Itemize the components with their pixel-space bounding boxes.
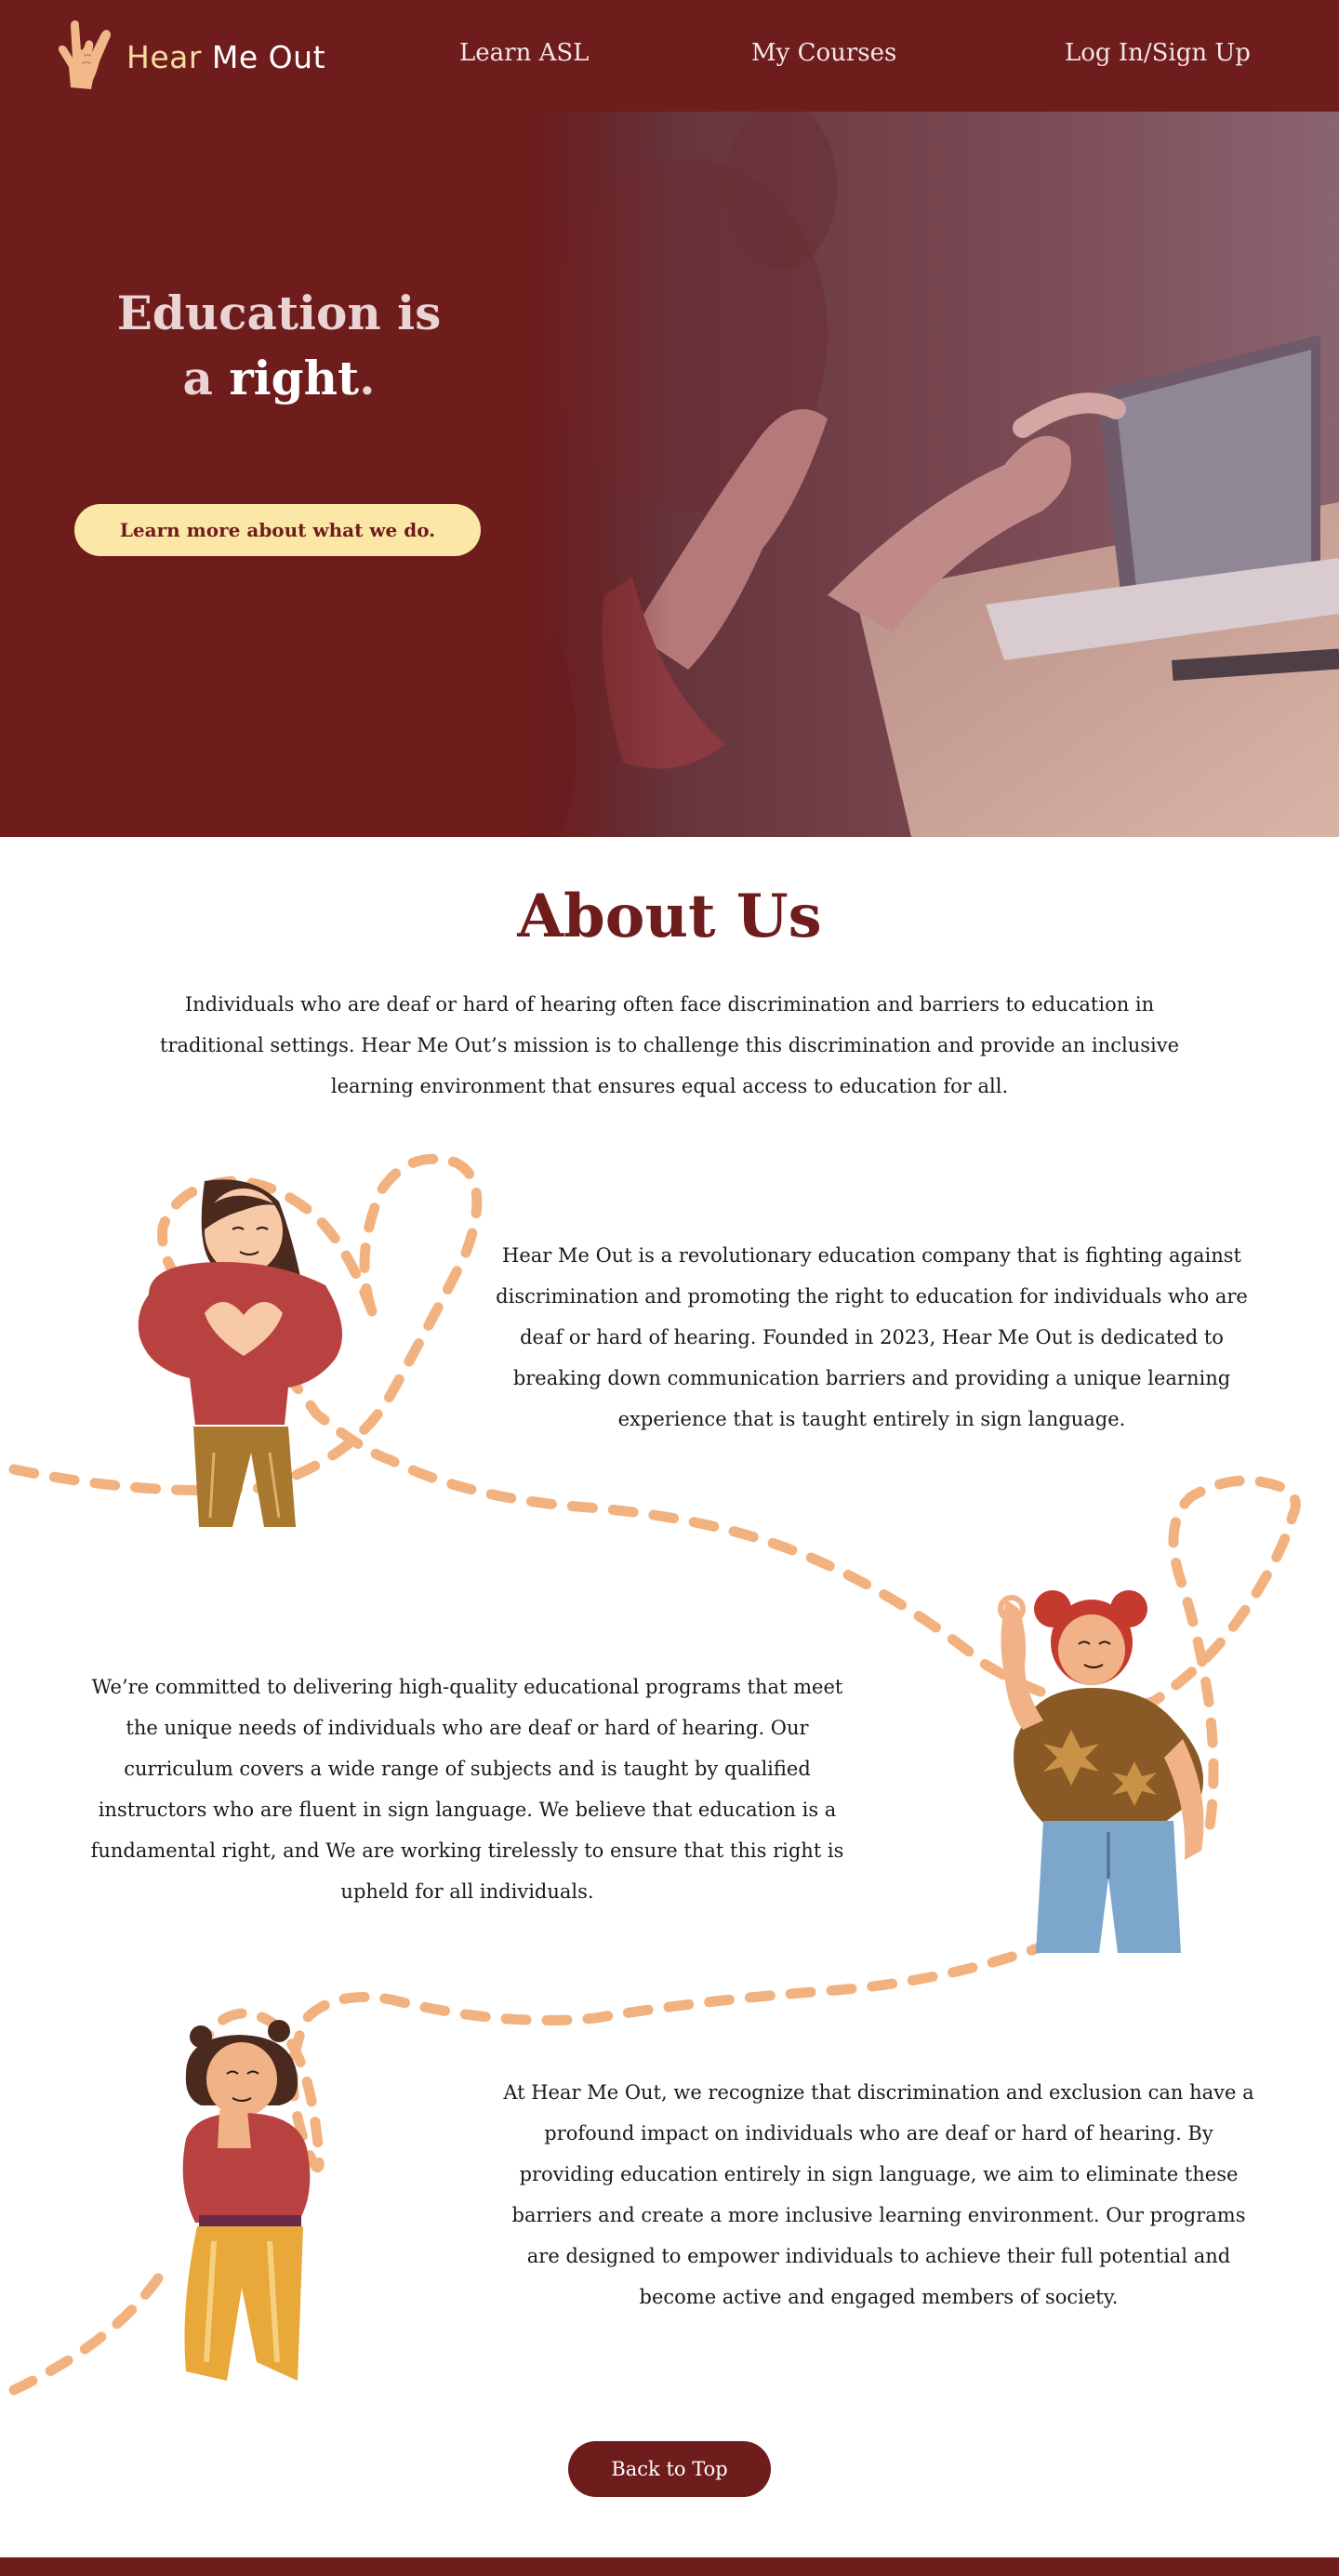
illustration-woman-hands-clasped bbox=[182, 2020, 311, 2381]
about-paragraph-3: At Hear Me Out, we recognize that discri… bbox=[503, 2081, 1254, 2308]
about-paragraph-2: We’re committed to delivering high-quali… bbox=[90, 1676, 844, 1903]
top-nav: Hear Me Out Learn ASL My Courses Log In/… bbox=[0, 0, 1339, 112]
footer-bar bbox=[0, 2557, 1339, 2576]
hero-section: Education is a right. Learn more about wh… bbox=[0, 112, 1339, 837]
illustration-woman-ok-sign bbox=[998, 1590, 1204, 1953]
nav-link-learn-asl[interactable]: Learn ASL bbox=[459, 39, 589, 67]
about-paragraph-1: Hear Me Out is a revolutionary education… bbox=[496, 1244, 1248, 1430]
about-us-heading: About Us bbox=[517, 882, 822, 951]
ily-hand-sign-icon bbox=[58, 20, 111, 89]
illustration-woman-heart-hands bbox=[138, 1179, 342, 1527]
nav-link-login-signup[interactable]: Log In/Sign Up bbox=[1065, 39, 1251, 67]
learn-more-button[interactable]: Learn more about what we do. bbox=[74, 504, 481, 556]
about-intro-text: Individuals who are deaf or hard of hear… bbox=[160, 993, 1179, 1097]
back-to-top-button[interactable]: Back to Top bbox=[568, 2441, 771, 2497]
logo-wordmark: Hear Me Out bbox=[126, 38, 326, 75]
hero-photo-fade bbox=[521, 112, 670, 837]
hero-title: Education is a right. bbox=[116, 285, 442, 405]
logo-link[interactable]: Hear Me Out bbox=[48, 15, 325, 93]
nav-link-my-courses[interactable]: My Courses bbox=[751, 39, 896, 67]
